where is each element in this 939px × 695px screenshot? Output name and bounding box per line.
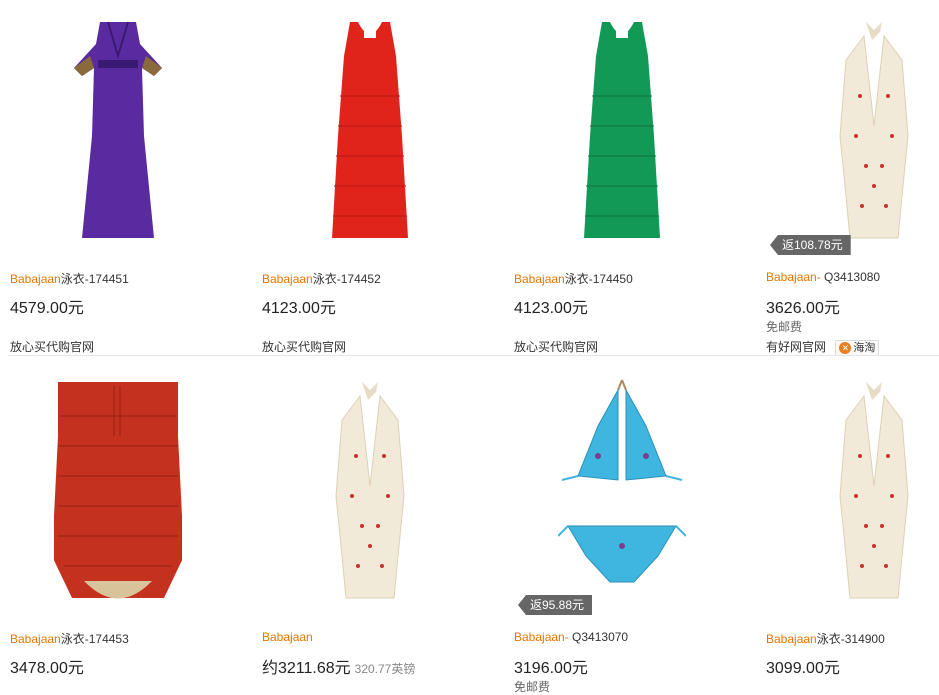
product-price: 4123.00元: [262, 300, 336, 317]
product-image-cream-swimsuit[interactable]: [810, 16, 938, 240]
brand-link[interactable]: Babajaan: [262, 630, 313, 644]
product-image-cream-swimsuit[interactable]: [810, 376, 938, 600]
product-title: Babajaan泳衣-174450: [514, 270, 633, 287]
product-code[interactable]: Q3413080: [821, 270, 880, 284]
store-link[interactable]: 放心买代购官网: [10, 338, 94, 355]
cream-swimsuit-image: [839, 22, 909, 239]
product-price: 3478.00元: [10, 660, 84, 677]
product-title: Babajaan- Q3413080: [766, 270, 880, 284]
red-swimsuit-image: [54, 382, 182, 599]
product-price: 3196.00元: [514, 660, 588, 677]
store-link[interactable]: 放心买代购官网: [262, 338, 346, 355]
brand-link[interactable]: Babajaan: [514, 272, 565, 286]
product-title: Babajaan- Q3413070: [514, 630, 628, 644]
haitao-label: 海淘: [853, 341, 876, 354]
brand-link[interactable]: Babajaan: [262, 272, 313, 286]
product-title: Babajaan泳衣-174453: [10, 630, 129, 647]
brand-link[interactable]: Babajaan: [10, 272, 61, 286]
product-code[interactable]: 泳衣-174453: [61, 632, 129, 646]
price-value: 约3211.68元: [262, 660, 351, 677]
product-title: Babajaan泳衣-314900: [766, 630, 885, 647]
purple-dress-image: [74, 21, 162, 238]
product-code[interactable]: Q3413070: [569, 630, 628, 644]
product-price: 4123.00元: [514, 300, 588, 317]
product-image-red-dress[interactable]: [306, 16, 434, 240]
store-link[interactable]: 有好网官网 ✕ 海淘: [766, 338, 880, 356]
product-code[interactable]: 泳衣-314900: [817, 632, 885, 646]
product-price: 3099.00元: [766, 660, 840, 677]
product-image-red-swimsuit[interactable]: [54, 376, 182, 600]
row-divider: [8, 355, 939, 356]
product-price: 4579.00元: [10, 300, 84, 317]
rebate-badge: 返95.88元: [518, 595, 593, 615]
product-image-purple-dress[interactable]: [54, 16, 182, 240]
product-price: 3626.00元: [766, 300, 840, 317]
product-code[interactable]: 泳衣-174451: [61, 272, 129, 286]
product-title: Babajaan泳衣-174451: [10, 270, 129, 287]
product-price: 约3211.68元 320.77英镑: [262, 654, 415, 678]
free-shipping-label: 免邮费: [514, 680, 551, 694]
cream-swimsuit-image: [839, 382, 909, 599]
brand-link[interactable]: Babajaan-: [514, 630, 569, 644]
product-code[interactable]: 泳衣-174450: [565, 272, 633, 286]
free-shipping-label: 免邮费: [766, 320, 803, 334]
brand-link[interactable]: Babajaan: [10, 632, 61, 646]
green-dress-image: [584, 22, 660, 238]
brand-link[interactable]: Babajaan-: [766, 270, 821, 284]
original-price: 320.77英镑: [354, 662, 416, 676]
product-title: Babajaan泳衣-174452: [262, 270, 381, 287]
brand-link[interactable]: Babajaan: [766, 632, 817, 646]
blue-bikini-image: [558, 379, 686, 583]
rebate-badge: 返108.78元: [770, 235, 851, 255]
red-dress-image: [332, 22, 408, 238]
product-image-cream-swimsuit[interactable]: [306, 376, 434, 600]
store-name: 有好网官网: [766, 340, 827, 354]
haitao-badge: ✕ 海淘: [835, 339, 880, 356]
store-link[interactable]: 放心买代购官网: [514, 338, 598, 355]
haitao-icon: ✕: [839, 341, 852, 354]
cream-swimsuit-image: [335, 382, 405, 599]
product-image-blue-bikini[interactable]: [558, 376, 686, 600]
product-title: Babajaan: [262, 630, 313, 644]
product-code[interactable]: 泳衣-174452: [313, 272, 381, 286]
product-image-green-dress[interactable]: [558, 16, 686, 240]
